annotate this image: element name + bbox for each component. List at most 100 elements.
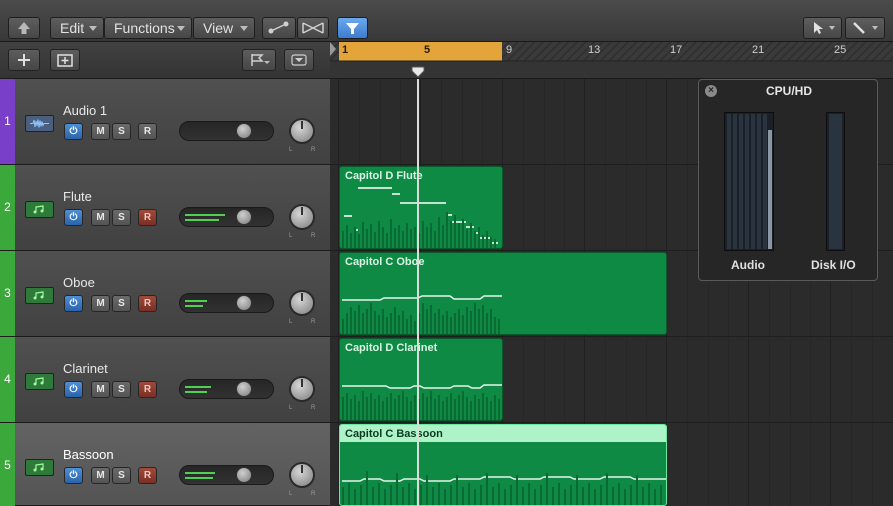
marker-button[interactable] [242, 49, 276, 71]
bar-number-21: 21 [752, 44, 765, 56]
disk-io-meter-label: Disk I/O [811, 258, 856, 272]
functions-menu-button[interactable]: Functions [104, 17, 192, 39]
track-header-flute[interactable]: 2 Flute ⏻ M S R L R [0, 165, 330, 251]
mute-button[interactable]: M [91, 381, 110, 398]
pan-left-label: L [289, 405, 293, 411]
pointer-icon [814, 22, 835, 34]
edit-menu-button[interactable]: Edit [50, 17, 104, 39]
folder-add-icon [57, 54, 73, 67]
volume-fader-knob[interactable] [236, 381, 252, 397]
volume-fader[interactable] [179, 121, 274, 141]
track-header-bassoon[interactable]: 5 Bassoon ⏻ M S R L R [0, 423, 330, 506]
automation-button[interactable] [262, 17, 296, 39]
view-menu-button[interactable]: View [193, 17, 255, 39]
track-name: Audio 1 [63, 103, 108, 118]
track-folder-button[interactable] [50, 49, 80, 71]
region-capitol-d-flute[interactable]: Capitol D Flute [339, 166, 503, 249]
pan-right-label: R [311, 319, 316, 325]
volume-fader[interactable] [179, 379, 274, 399]
dropdown-icon [291, 54, 307, 66]
pan-right-label: R [311, 491, 316, 497]
midi-notes-graphic [342, 295, 502, 334]
track-header-clarinet[interactable]: 4 Clarinet ⏻ M S R L R [0, 337, 330, 423]
pencil-tool-button[interactable] [845, 17, 885, 39]
automation-icon [268, 21, 289, 34]
solo-button[interactable]: S [112, 209, 131, 226]
cycle-region[interactable] [339, 42, 502, 61]
solo-button[interactable]: S [112, 295, 131, 312]
back-button[interactable] [8, 17, 40, 39]
track-header-oboe[interactable]: 3 Oboe ⏻ M S R L R [0, 251, 330, 337]
track-on-button[interactable]: ⏻ [64, 467, 83, 484]
track-name: Clarinet [63, 361, 108, 376]
record-enable-button[interactable]: R [138, 467, 157, 484]
filter-icon [346, 23, 359, 34]
flex-button[interactable] [297, 17, 329, 39]
pan-left-label: L [289, 147, 293, 153]
pencil-icon [853, 22, 878, 34]
midi-region-icon [25, 201, 54, 218]
add-track-button[interactable] [8, 49, 40, 71]
record-enable-button[interactable]: R [138, 381, 157, 398]
pan-knob[interactable] [289, 462, 315, 488]
volume-fader[interactable] [179, 207, 274, 227]
midi-notes-graphic [342, 471, 666, 505]
bar-number-9: 9 [506, 44, 513, 56]
track-number: 3 [0, 251, 15, 336]
solo-button[interactable]: S [112, 381, 131, 398]
bar-number-17: 17 [670, 44, 683, 56]
catch-button[interactable] [337, 17, 368, 39]
view-menu-label: View [203, 20, 234, 36]
solo-button[interactable]: S [112, 467, 131, 484]
playhead-handle[interactable] [411, 65, 425, 78]
pan-knob[interactable] [289, 118, 315, 144]
flex-icon [302, 22, 324, 34]
playhead-line[interactable] [417, 79, 419, 506]
region-capitol-d-clarinet[interactable]: Capitol D Clarinet [339, 338, 503, 421]
volume-fader-knob[interactable] [236, 295, 252, 311]
cpu-hd-window[interactable]: × CPU/HD Audio Disk I/O [698, 79, 878, 281]
mute-button[interactable]: M [91, 467, 110, 484]
track-header-audio-1[interactable]: 1 Audio 1 ⏻ M S R L R [0, 79, 330, 165]
mute-button[interactable]: M [91, 295, 110, 312]
pan-left-label: L [289, 233, 293, 239]
record-enable-button[interactable]: R [138, 209, 157, 226]
pointer-tool-button[interactable] [803, 17, 842, 39]
track-on-button[interactable]: ⏻ [64, 123, 83, 140]
pan-knob[interactable] [289, 376, 315, 402]
audio-meter-label: Audio [731, 258, 765, 272]
mute-button[interactable]: M [91, 209, 110, 226]
region-capitol-c-bassoon[interactable]: Capitol C Bassoon [339, 424, 667, 506]
volume-fader[interactable] [179, 465, 274, 485]
volume-fader-knob[interactable] [236, 123, 252, 139]
track-header-toolbar [0, 42, 330, 79]
solo-button[interactable]: S [112, 123, 131, 140]
pan-right-label: R [311, 147, 316, 153]
midi-region-icon [25, 373, 54, 390]
chevron-down-icon [177, 26, 185, 31]
ruler-start-marker [330, 42, 336, 56]
volume-fader-knob[interactable] [236, 209, 252, 225]
track-name: Bassoon [63, 447, 114, 462]
track-number: 2 [0, 165, 15, 250]
track-on-button[interactable]: ⏻ [64, 295, 83, 312]
record-enable-button[interactable]: R [138, 123, 157, 140]
region-capitol-c-oboe[interactable]: Capitol C Oboe [339, 252, 667, 335]
track-number: 4 [0, 337, 15, 422]
pan-left-label: L [289, 491, 293, 497]
track-on-button[interactable]: ⏻ [64, 381, 83, 398]
disk-io-meter [826, 112, 845, 251]
mute-button[interactable]: M [91, 123, 110, 140]
volume-fader-knob[interactable] [236, 467, 252, 483]
flag-icon [251, 54, 270, 66]
global-tracks-button[interactable] [284, 49, 314, 71]
pan-knob[interactable] [289, 204, 315, 230]
record-enable-button[interactable]: R [138, 295, 157, 312]
bar-number-1: 1 [342, 44, 349, 56]
level-meter [185, 391, 207, 393]
pan-knob[interactable] [289, 290, 315, 316]
track-name: Flute [63, 189, 92, 204]
track-on-button[interactable]: ⏻ [64, 209, 83, 226]
volume-fader[interactable] [179, 293, 274, 313]
bar-ruler[interactable]: 1 5 9 13 17 21 25 [330, 42, 893, 79]
